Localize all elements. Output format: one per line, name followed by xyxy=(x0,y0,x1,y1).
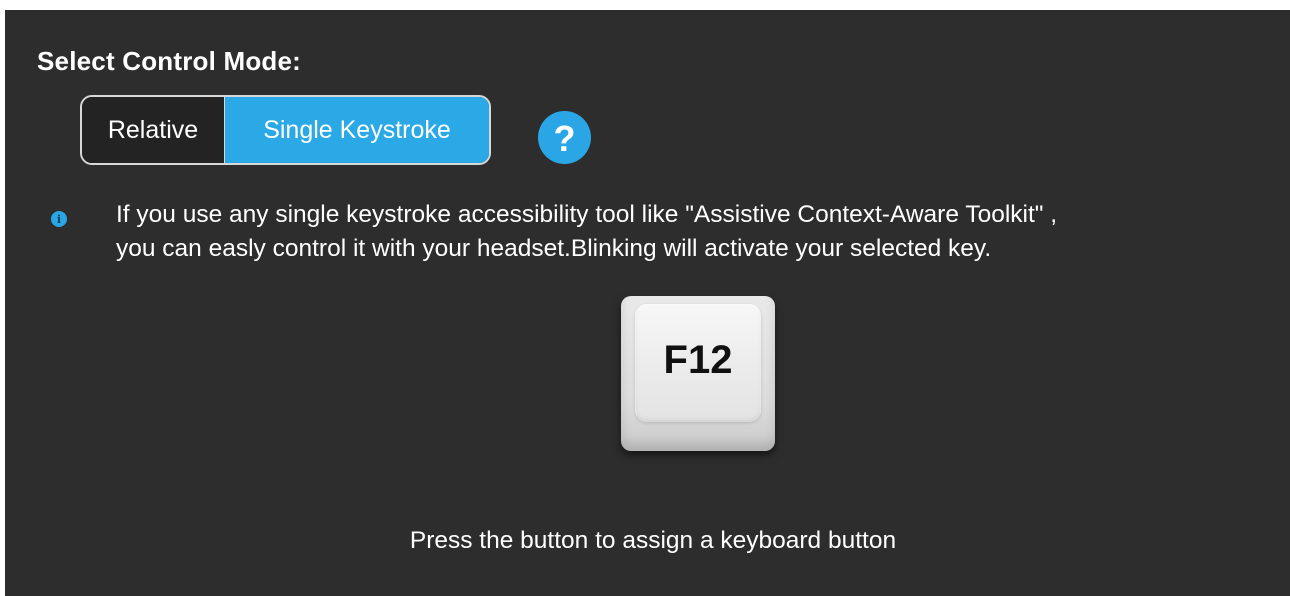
key-cap: F12 xyxy=(635,304,761,422)
info-icon: i xyxy=(51,211,67,227)
info-line-2: you can easly control it with your heads… xyxy=(116,235,992,262)
question-mark-icon: ? xyxy=(553,117,576,159)
mode-option-single-keystroke[interactable]: Single Keystroke xyxy=(225,97,489,163)
info-icon-glyph: i xyxy=(56,212,62,226)
help-button[interactable]: ? xyxy=(538,111,591,164)
key-label: F12 xyxy=(663,338,733,382)
info-line-1: If you use any single keystroke accessib… xyxy=(116,201,1058,228)
mode-option-relative[interactable]: Relative xyxy=(82,97,225,163)
info-message: If you use any single keystroke accessib… xyxy=(116,198,1286,266)
assign-hint-text: Press the button to assign a keyboard bu… xyxy=(409,527,897,554)
control-mode-selector: Relative Single Keystroke xyxy=(80,95,491,165)
assign-key-button[interactable]: F12 xyxy=(621,296,775,451)
page-title: Select Control Mode: xyxy=(37,46,302,76)
